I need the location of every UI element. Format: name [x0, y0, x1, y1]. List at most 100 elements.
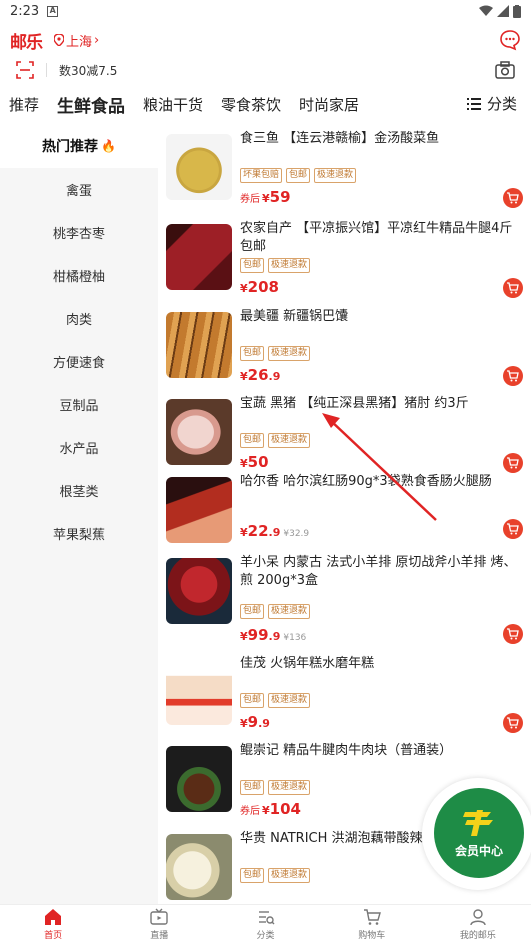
product-card[interactable]: 食三鱼 【连云港赣榆】金汤酸菜鱼 坏果包赔 包邮 极速退款 券后 ¥ 59 [158, 124, 531, 210]
sidebar-item-stone-fruit[interactable]: 桃李杏枣 [0, 211, 158, 254]
search-bar[interactable]: 数30减7.5 [0, 58, 531, 82]
nav-profile[interactable]: 我的邮乐 [425, 905, 531, 944]
product-card[interactable]: 最美疆 新疆锅巴馕 包邮 极速退款 ¥ 26 .9 [158, 302, 531, 388]
price-integer: 22 [247, 522, 269, 540]
sidebar-item-citrus[interactable]: 柑橘橙柚 [0, 254, 158, 297]
product-card[interactable]: 佳茂 火锅年糕水磨年糕 包邮 极速退款 ¥ 9 .9 [158, 649, 531, 735]
sidebar-item-hot[interactable]: 热门推荐 🔥 [0, 124, 158, 168]
add-to-cart-button[interactable] [503, 188, 523, 208]
sidebar-item-instant-food[interactable]: 方便速食 [0, 340, 158, 383]
sidebar-item-poultry-eggs[interactable]: 禽蛋 [0, 168, 158, 211]
price-currency: ¥ [240, 282, 248, 295]
product-card[interactable]: 哈尔香 哈尔滨红肠90g*3袋熟食香肠火腿肠 ¥ 22 .9 ¥32.9 [158, 467, 531, 553]
price-decimal: .9 [268, 630, 281, 643]
tab-recommend[interactable]: 推荐 [9, 94, 39, 115]
member-center-button[interactable]: 会员中心 [422, 778, 531, 890]
add-to-cart-button[interactable] [503, 366, 523, 386]
wifi-icon [479, 5, 493, 16]
product-image[interactable] [166, 134, 232, 200]
cart-icon [507, 523, 519, 535]
product-image[interactable] [166, 477, 232, 543]
price-integer: 99 [247, 626, 269, 644]
add-to-cart-button[interactable] [503, 519, 523, 539]
price-prefix: 券后 [240, 194, 260, 205]
product-image[interactable] [166, 312, 232, 378]
tab-snacks-tea[interactable]: 零食茶饮 [221, 94, 281, 115]
product-tag: 极速退款 [268, 868, 311, 883]
location-selector[interactable]: 上海 › [54, 31, 99, 50]
tab-fresh-food[interactable]: 生鲜食品 [57, 92, 125, 117]
battery-icon [513, 4, 521, 18]
price-integer: 26 [247, 366, 269, 384]
fire-icon: 🔥 [101, 139, 116, 153]
tab-grain-oil[interactable]: 粮油干货 [143, 94, 203, 115]
product-title[interactable]: 农家自产 【平凉振兴馆】平凉红牛精品牛腿4斤包邮 [240, 220, 522, 256]
original-price: ¥136 [283, 633, 307, 643]
product-tags: 包邮 极速退款 [240, 780, 311, 795]
product-tags: 包邮 极速退款 [240, 693, 311, 708]
product-tag: 极速退款 [268, 780, 311, 795]
product-tags: 包邮 极速退款 [240, 346, 311, 361]
add-to-cart-button[interactable] [503, 713, 523, 733]
product-title[interactable]: 哈尔香 哈尔滨红肠90g*3袋熟食香肠火腿肠 [240, 473, 522, 491]
product-title[interactable]: 最美疆 新疆锅巴馕 [240, 308, 522, 326]
nav-category[interactable]: 分类 [212, 905, 318, 944]
product-card[interactable]: 宝蔬 黑猪 【纯正深县黑猪】猪肘 约3斤 包邮 极速退款 ¥ 50 [158, 389, 531, 475]
nav-live[interactable]: 直播 [106, 905, 212, 944]
product-price: 券后 ¥ 59 [240, 188, 291, 206]
product-image[interactable] [166, 746, 232, 812]
product-title[interactable]: 佳茂 火锅年糕水磨年糕 [240, 655, 522, 673]
camera-icon[interactable] [495, 61, 515, 79]
scan-icon[interactable] [16, 61, 34, 79]
cart-icon [507, 717, 519, 729]
cart-icon [507, 628, 519, 640]
message-icon[interactable] [499, 29, 521, 51]
product-tags: 包邮 极速退款 [240, 433, 311, 448]
product-image[interactable] [166, 399, 232, 465]
price-integer: 208 [247, 278, 279, 296]
product-image[interactable] [166, 558, 232, 624]
search-placeholder[interactable]: 数30减7.5 [59, 62, 117, 79]
product-title[interactable]: 羊小呆 内蒙古 法式小羊排 原切战斧小羊排 烤、煎 200g*3盒 [240, 554, 522, 590]
cart-icon [507, 282, 519, 294]
product-image[interactable] [166, 224, 232, 290]
nav-label: 购物车 [358, 931, 386, 941]
location-text: 上海 [66, 34, 93, 50]
live-icon [150, 908, 168, 925]
product-image[interactable] [166, 659, 232, 725]
product-title[interactable]: 宝蔬 黑猪 【纯正深县黑猪】猪肘 约3斤 [240, 395, 522, 413]
product-tag: 坏果包赔 [240, 168, 283, 183]
nav-home[interactable]: 首页 [0, 905, 106, 944]
sidebar-item-label: 水产品 [59, 442, 99, 457]
nav-label: 分类 [256, 931, 275, 941]
bottom-navigation: 首页 直播 分类 购物车 我的邮乐 [0, 904, 531, 944]
product-card[interactable]: 农家自产 【平凉振兴馆】平凉红牛精品牛腿4斤包邮 包邮 极速退款 ¥ 208 [158, 214, 531, 300]
price-integer: 9 [247, 713, 259, 731]
sidebar-item-label: 根茎类 [59, 485, 99, 500]
product-tag: 包邮 [240, 258, 265, 273]
search-divider [46, 63, 47, 77]
product-tag: 极速退款 [268, 258, 311, 273]
add-to-cart-button[interactable] [503, 624, 523, 644]
sidebar-item-meat[interactable]: 肉类 [0, 297, 158, 340]
product-title[interactable]: 食三鱼 【连云港赣榆】金汤酸菜鱼 [240, 130, 522, 148]
add-to-cart-button[interactable] [503, 278, 523, 298]
product-tag: 包邮 [286, 168, 311, 183]
product-image[interactable] [166, 834, 232, 900]
product-tag: 极速退款 [314, 168, 357, 183]
product-title[interactable]: 鲲崇记 精品牛腱肉牛肉块（普通装） [240, 742, 522, 760]
sidebar-item-apple-pear-banana[interactable]: 苹果梨蕉 [0, 512, 158, 555]
sidebar-item-label: 苹果梨蕉 [52, 528, 105, 543]
sidebar-item-soy[interactable]: 豆制品 [0, 383, 158, 426]
product-card[interactable]: 羊小呆 内蒙古 法式小羊排 原切战斧小羊排 烤、煎 200g*3盒 包邮 极速退… [158, 548, 531, 648]
nav-cart[interactable]: 购物车 [319, 905, 425, 944]
sidebar-item-seafood[interactable]: 水产品 [0, 426, 158, 469]
category-menu-button[interactable]: 分类 [466, 93, 517, 114]
member-center-badge: 会员中心 [434, 788, 524, 878]
sidebar-item-label: 柑橘橙柚 [52, 270, 105, 285]
product-tag: 包邮 [240, 693, 265, 708]
price-currency: ¥ [262, 804, 270, 817]
sidebar-item-root-veg[interactable]: 根茎类 [0, 469, 158, 512]
category-icon [258, 911, 274, 925]
tab-fashion-home[interactable]: 时尚家居 [299, 94, 359, 115]
